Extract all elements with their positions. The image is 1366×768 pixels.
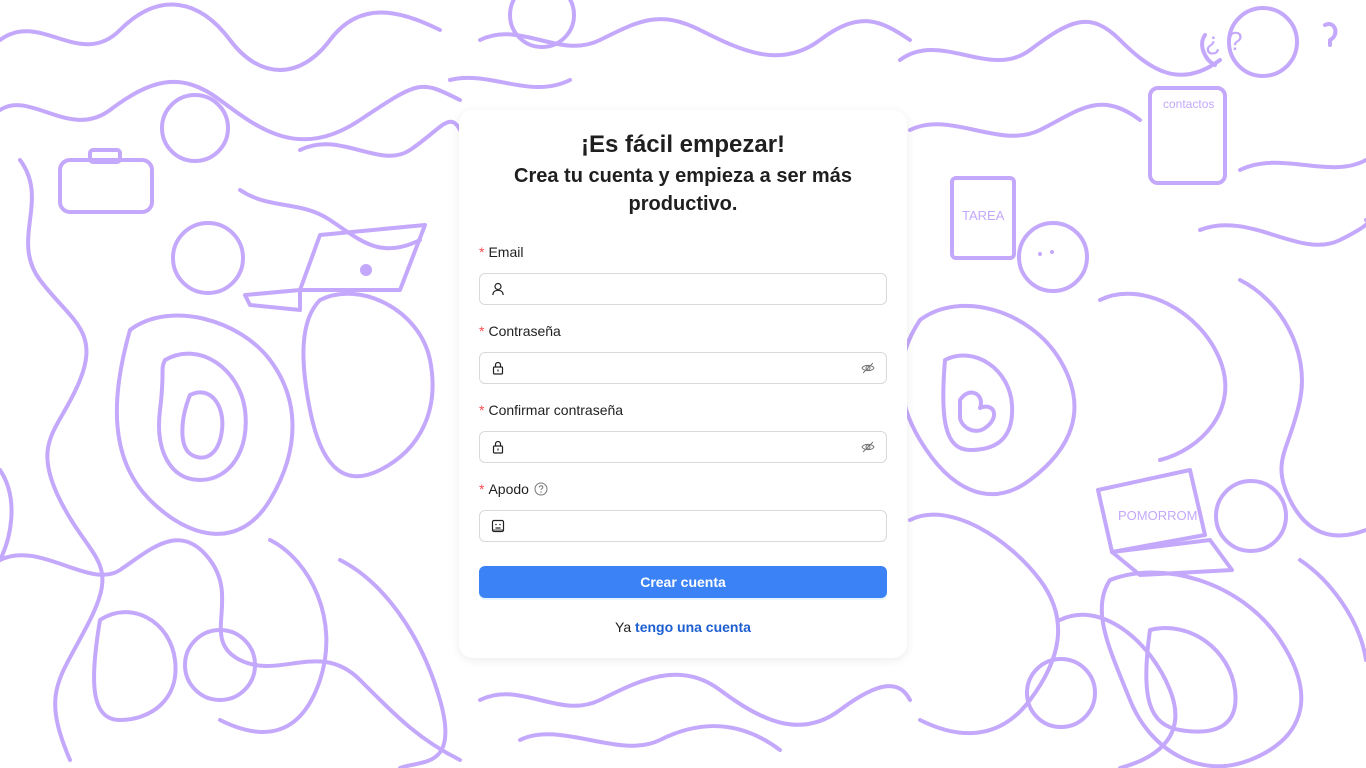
page-subtitle: Crea tu cuenta y empieza a ser más produ… — [514, 165, 852, 215]
required-mark: * — [479, 244, 485, 260]
doodle-laptop-label: POMORROM — [1118, 508, 1197, 523]
nickname-label-text: Apodo — [488, 481, 529, 497]
nickname-label: * Apodo — [479, 481, 548, 497]
email-input[interactable] — [513, 275, 886, 303]
email-field[interactable] — [479, 273, 887, 305]
confirm-password-label-text: Confirmar contraseña — [488, 402, 624, 418]
doodle-question-marks: ¿ ? — [1205, 26, 1243, 56]
user-icon — [491, 282, 505, 296]
smile-icon — [491, 519, 505, 533]
required-mark: * — [479, 323, 485, 339]
email-label-text: Email — [488, 244, 524, 260]
password-label-text: Contraseña — [488, 323, 561, 339]
lock-icon — [491, 361, 505, 375]
nickname-input[interactable] — [513, 512, 886, 540]
create-account-button[interactable]: Crear cuenta — [479, 566, 887, 598]
signup-card: ¡Es fácil empezar! Crea tu cuenta y empi… — [459, 110, 907, 658]
nickname-field[interactable] — [479, 510, 887, 542]
required-mark: * — [479, 481, 485, 497]
confirm-password-label: * Confirmar contraseña — [479, 402, 623, 418]
question-circle-icon[interactable] — [534, 482, 548, 496]
login-prompt: Ya tengo una cuenta — [459, 619, 907, 635]
doodle-phonebook-label: contactos — [1163, 97, 1214, 111]
login-prompt-text: Ya — [615, 619, 632, 635]
password-field[interactable] — [479, 352, 887, 384]
eye-invisible-icon[interactable] — [861, 361, 875, 375]
page-title: ¡Es fácil empezar! — [580, 131, 786, 158]
confirm-password-input[interactable] — [513, 433, 861, 461]
password-label: * Contraseña — [479, 323, 561, 339]
password-input[interactable] — [513, 354, 861, 382]
lock-icon — [491, 440, 505, 454]
doodle-notebook-label: TAREA — [962, 208, 1005, 223]
eye-invisible-icon[interactable] — [861, 440, 875, 454]
email-label: * Email — [479, 244, 523, 260]
confirm-password-field[interactable] — [479, 431, 887, 463]
required-mark: * — [479, 402, 485, 418]
login-link[interactable]: tengo una cuenta — [635, 619, 751, 635]
